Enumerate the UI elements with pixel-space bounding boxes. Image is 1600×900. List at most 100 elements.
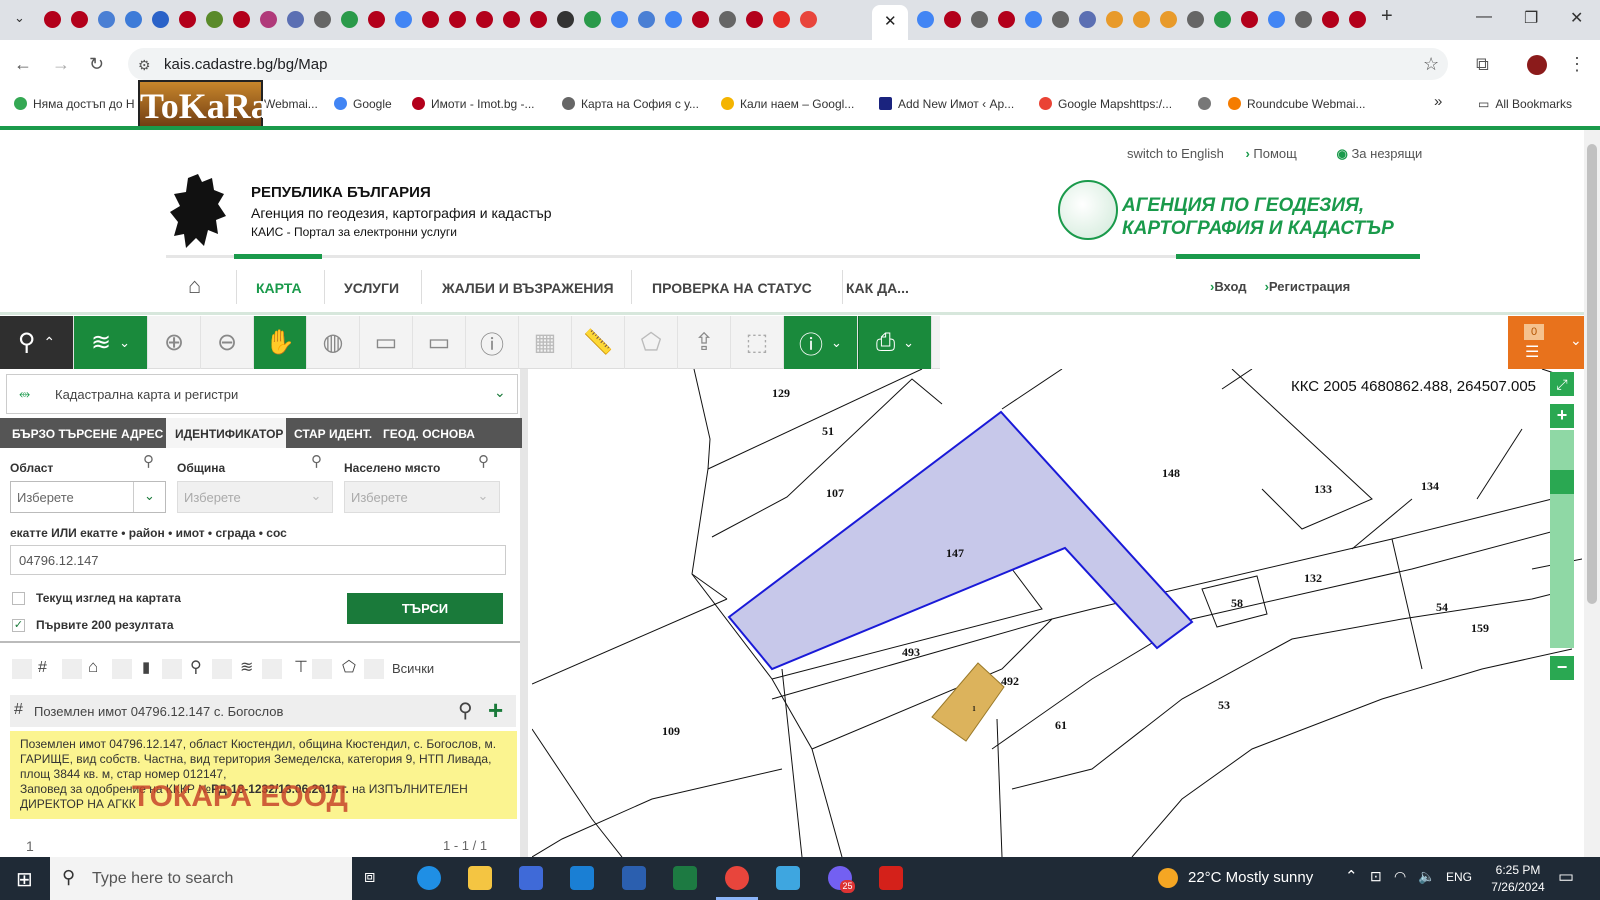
tab-favicon[interactable] — [557, 11, 574, 28]
bookmark-item[interactable]: Webmai... — [264, 97, 318, 111]
zoom-minus-button[interactable]: − — [1550, 656, 1574, 680]
tab-favicon[interactable] — [611, 11, 628, 28]
clock-date[interactable]: 7/26/2024 — [1480, 880, 1556, 894]
active-tab[interactable]: ✕ — [872, 5, 908, 40]
cadastral-map[interactable]: 129 51 107 147 148 133 134 132 58 54 159 493 492 1 61 5… — [531, 368, 1583, 858]
url-text[interactable]: kais.cadastre.bg/bg/Map — [164, 56, 327, 73]
nav-how-to[interactable]: КАК ДА... — [846, 280, 909, 296]
obshtina-select[interactable]: Изберете ⌄ — [177, 481, 333, 513]
zoom-track[interactable] — [1550, 430, 1574, 648]
tab-favicon[interactable] — [1214, 11, 1231, 28]
task-view-icon[interactable]: ⧈ — [364, 866, 388, 890]
chrome-icon[interactable] — [725, 866, 749, 890]
tab-identifier[interactable]: ИДЕНТИФИКАТОР — [175, 427, 283, 441]
all-bookmarks[interactable]: ▭ All Bookmarks — [1478, 97, 1572, 111]
location-pin-icon[interactable]: ⚲ — [478, 452, 489, 470]
result-item[interactable]: # Поземлен имот 04796.12.147 с. Богослов… — [10, 695, 516, 727]
tab-favicon[interactable] — [233, 11, 250, 28]
extensions-icon[interactable]: ⧉ — [1476, 54, 1489, 75]
tab-favicon[interactable] — [1133, 11, 1150, 28]
tab-favicon[interactable] — [368, 11, 385, 28]
nav-complaints[interactable]: ЖАЛБИ И ВЪЗРАЖЕНИЯ — [442, 280, 614, 296]
scrollbar-thumb[interactable] — [1587, 144, 1597, 604]
measure-area-button[interactable]: ⬠ — [625, 316, 678, 369]
first-200-checkbox[interactable]: ✓ — [12, 619, 25, 632]
edge-icon[interactable] — [417, 866, 441, 890]
bookmark-item[interactable]: Google Mapshttps:/... — [1039, 97, 1172, 111]
tab-favicon[interactable] — [206, 11, 223, 28]
nav-services[interactable]: УСЛУГИ — [344, 280, 399, 296]
tab-favicon[interactable] — [773, 11, 790, 28]
tab-favicon[interactable] — [449, 11, 466, 28]
page-scrollbar[interactable] — [1584, 130, 1600, 857]
close-window-icon[interactable]: ✕ — [1570, 8, 1583, 28]
next-extent-button[interactable]: ▭ — [413, 316, 466, 369]
tab-old-identifier[interactable]: СТАР ИДЕНТ. — [294, 427, 372, 441]
identify-layers-button[interactable]: ⓘ ⌄ — [784, 316, 858, 369]
pager-page[interactable]: 1 — [26, 838, 34, 854]
tab-favicon[interactable] — [98, 11, 115, 28]
map-canvas[interactable]: 129 51 107 147 148 133 134 132 58 54 159 493 492 1 61 5… — [531, 368, 1583, 858]
tab-favicon[interactable] — [1160, 11, 1177, 28]
add-to-basket-icon[interactable]: + — [488, 695, 503, 726]
search-tool-button[interactable]: ⚲ ⌃ — [0, 316, 74, 369]
layers-filter-icon[interactable]: ≋ — [240, 657, 253, 677]
minimize-icon[interactable]: — — [1476, 8, 1492, 26]
register-link[interactable]: ›Регистрация — [1265, 279, 1351, 294]
bookmark-item[interactable]: Google — [334, 97, 392, 111]
tab-favicon[interactable] — [917, 11, 934, 28]
tab-favicon[interactable] — [1025, 11, 1042, 28]
tab-geodetic-base[interactable]: ГЕОД. ОСНОВА — [383, 427, 475, 441]
select-area-button[interactable]: ⬚ — [731, 316, 784, 369]
tab-favicon[interactable] — [503, 11, 520, 28]
measure-table-button[interactable]: ▦ — [519, 316, 572, 369]
wifi-icon[interactable]: ◠ — [1394, 868, 1406, 885]
store-icon[interactable] — [519, 866, 543, 890]
tab-favicon[interactable] — [800, 11, 817, 28]
back-icon[interactable]: ← — [14, 54, 32, 75]
tab-favicon[interactable] — [584, 11, 601, 28]
prev-extent-button[interactable]: ▭ — [360, 316, 413, 369]
word-icon[interactable] — [622, 866, 646, 890]
acrobat-icon[interactable] — [879, 866, 903, 890]
bookmark-item[interactable]: Roundcube Webmai... — [1228, 97, 1366, 111]
geodetic-filter-icon[interactable]: ⊤ — [294, 657, 308, 677]
polygon-filter-icon[interactable]: ⬠ — [342, 657, 356, 677]
tab-favicon[interactable] — [125, 11, 142, 28]
tab-favicon[interactable] — [476, 11, 493, 28]
full-extent-button[interactable]: ◍ — [307, 316, 360, 369]
site-info-icon[interactable]: ⚙ — [138, 57, 151, 74]
bookmark-item[interactable]: Add New Имот ‹ Ар... — [879, 97, 1014, 111]
tab-favicon[interactable] — [71, 11, 88, 28]
restore-icon[interactable]: ❐ — [1524, 8, 1538, 28]
pin-filter-icon[interactable]: ⚲ — [190, 657, 202, 677]
volume-icon[interactable]: 🔈 — [1418, 868, 1435, 885]
windows-start-icon[interactable]: ⊞ — [16, 867, 33, 892]
tab-favicon[interactable] — [260, 11, 277, 28]
menu-icon[interactable]: ⋮ — [1568, 54, 1586, 75]
bookmark-item[interactable]: Карта на София с у... — [562, 97, 699, 111]
current-view-checkbox[interactable] — [12, 592, 25, 605]
zoom-in-button[interactable]: ⊕ — [148, 316, 201, 369]
tab-favicon[interactable] — [44, 11, 61, 28]
forward-icon[interactable]: → — [52, 54, 70, 75]
tab-favicon[interactable] — [1106, 11, 1123, 28]
bookmark-item[interactable]: Кали наем – Googl... — [721, 97, 854, 111]
tab-favicon[interactable] — [1268, 11, 1285, 28]
new-tab-icon[interactable]: + — [1381, 5, 1393, 28]
tab-quick-search[interactable]: БЪРЗО ТЪРСЕНЕ — [12, 427, 117, 441]
tab-favicon[interactable] — [665, 11, 682, 28]
zoom-to-icon[interactable]: ⚲ — [458, 698, 473, 723]
pan-tool-button[interactable]: ✋ — [254, 316, 307, 369]
taskbar-search[interactable]: ⚲ Type here to search — [50, 857, 352, 900]
bookmark-item[interactable]: Няма достъп до Н — [14, 97, 135, 111]
help-link[interactable]: › Помощ — [1245, 146, 1314, 161]
grid-filter-icon[interactable]: # — [38, 659, 47, 677]
file-explorer-icon[interactable] — [468, 866, 492, 890]
tab-favicon[interactable] — [1187, 11, 1204, 28]
tab-favicon[interactable] — [314, 11, 331, 28]
search-button[interactable]: ТЪРСИ — [347, 593, 503, 624]
mail-icon[interactable] — [570, 866, 594, 890]
tab-favicon[interactable] — [341, 11, 358, 28]
zoom-plus-button[interactable]: + — [1550, 404, 1574, 428]
